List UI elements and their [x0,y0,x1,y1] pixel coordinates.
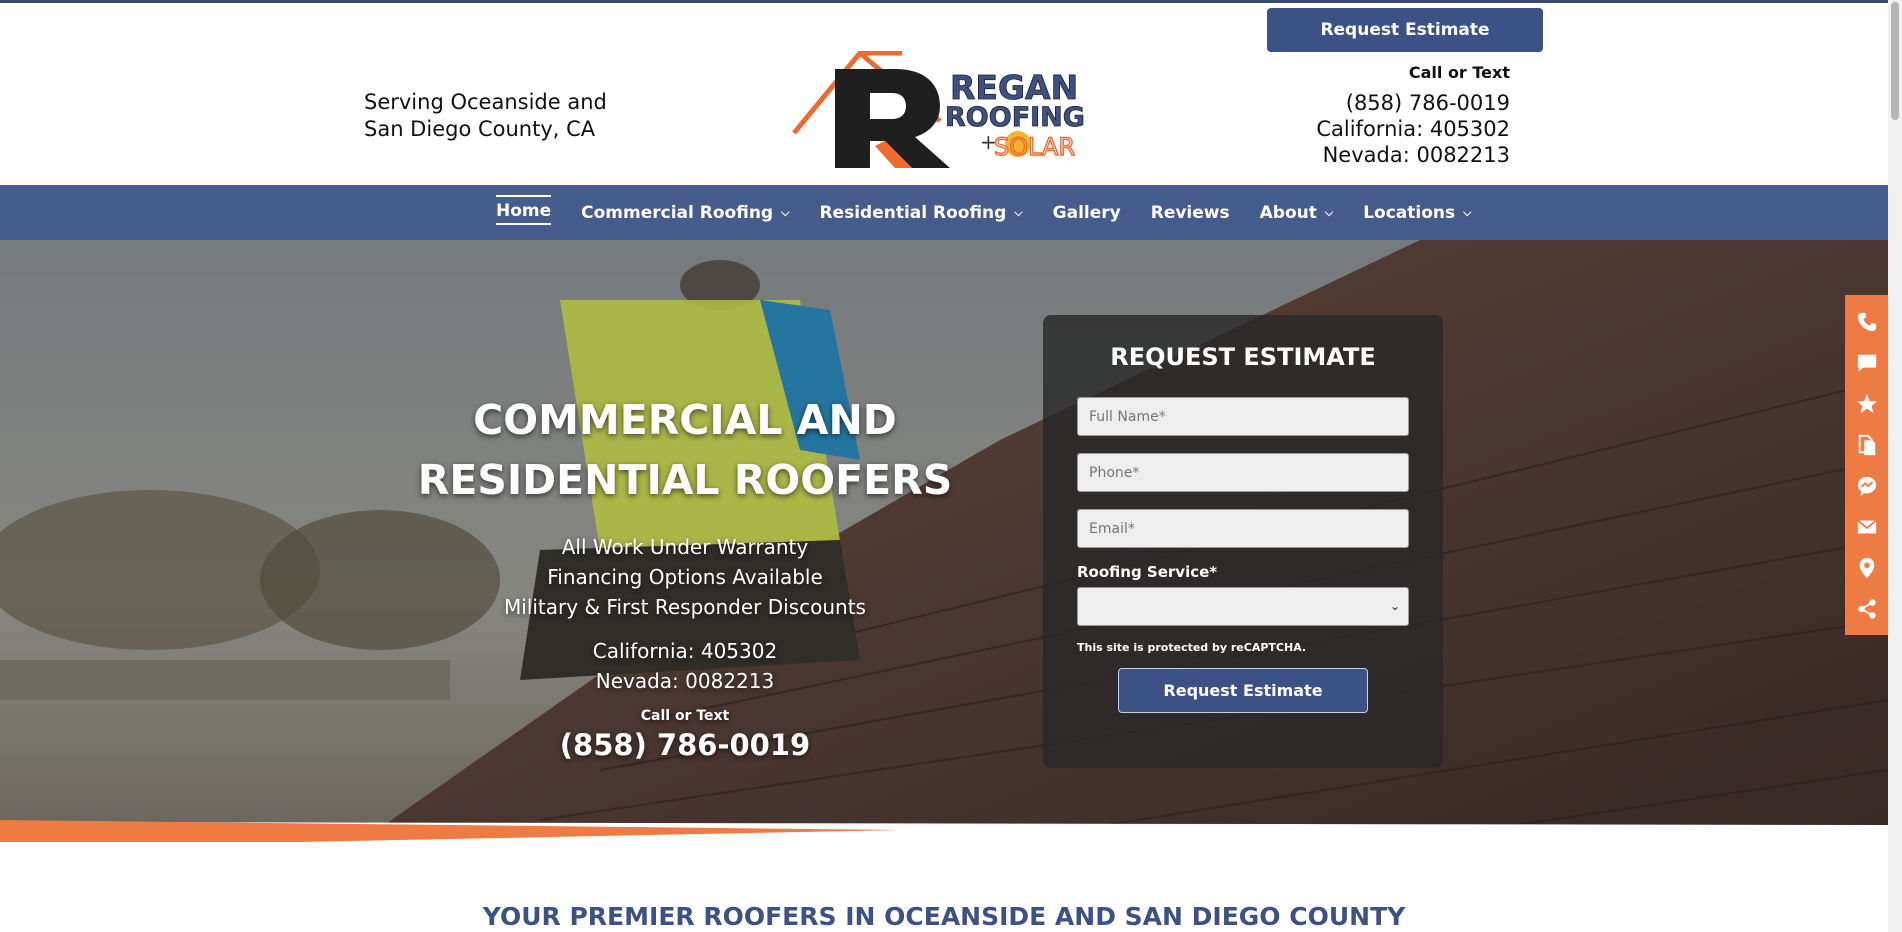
logo-word-solar: SOLAR [994,133,1075,161]
header-license-nv: Nevada: 0082213 [1322,143,1510,167]
hero-benefit-warranty: All Work Under Warranty [561,535,809,559]
hero-benefits: All Work Under Warranty Financing Option… [410,532,960,622]
hero-section: COMMERCIAL AND RESIDENTIAL ROOFERS All W… [0,240,1888,842]
form-title: REQUEST ESTIMATE [1110,343,1376,371]
nav-item-label: About [1259,202,1317,223]
page-scrollbar[interactable] [1888,0,1902,932]
header-request-estimate-button[interactable]: Request Estimate [1267,8,1543,52]
nav-item-label: Commercial Roofing [581,202,774,223]
hero-title-line-1: COMMERCIAL AND [473,396,897,444]
hero-call-label: Call or Text [640,708,730,724]
hero-title-line-2: RESIDENTIAL ROOFERS [417,456,953,504]
service-area-line-2: San Diego County, CA [364,117,596,141]
header-call-label: Call or Text [1408,63,1510,82]
nav-item-gallery[interactable]: Gallery [1053,185,1121,240]
hero-title: COMMERCIAL AND RESIDENTIAL ROOFERS [410,390,960,510]
phone-field[interactable] [1077,453,1409,492]
recaptcha-notice: This site is protected by reCAPTCHA. [1077,641,1307,654]
scrollbar-thumb[interactable] [1891,2,1899,120]
nav-item-label: Home [496,201,552,225]
logo-word-roofing: ROOFING [945,102,1085,133]
full-name-field[interactable] [1077,397,1409,436]
phone-icon[interactable] [1854,309,1880,335]
roofing-service-select[interactable]: ⌄ [1077,587,1409,626]
nav-item-locations[interactable]: Locations ⌵ [1363,185,1471,240]
roofing-service-label: Roofing Service* [1077,563,1218,581]
chevron-down-icon: ⌵ [781,205,790,219]
map-pin-icon[interactable] [1854,555,1880,581]
main-navigation: Home Commercial Roofing ⌵ Residential Ro… [0,185,1888,240]
header-phone-link[interactable]: (858) 786-0019 [1316,90,1510,116]
chevron-down-icon: ⌵ [1463,205,1472,219]
service-area-text: Serving Oceanside and San Diego County, … [364,89,607,143]
header-license-ca: California: 405302 [1316,117,1510,141]
hero-benefit-discounts: Military & First Responder Discounts [504,595,866,619]
chat-icon[interactable] [1854,350,1880,376]
nav-item-label: Gallery [1052,202,1121,223]
regan-roofing-solar-logo[interactable]: REGAN ROOFING + SOLAR [790,51,1100,169]
star-icon[interactable] [1854,391,1880,417]
hero-text-block: COMMERCIAL AND RESIDENTIAL ROOFERS All W… [410,390,960,762]
nav-item-residential-roofing[interactable]: Residential Roofing ⌵ [819,185,1022,240]
floating-contact-bar [1845,295,1888,635]
nav-item-reviews[interactable]: Reviews [1151,185,1230,240]
section-heading: YOUR PREMIER ROOFERS IN OCEANSIDE AND SA… [482,902,1406,931]
form-submit-button[interactable]: Request Estimate [1118,668,1368,713]
header-contact-block: Call or Text (858) 786-0019 California: … [1316,63,1510,168]
document-icon[interactable] [1854,432,1880,458]
service-area-line-1: Serving Oceanside and [364,90,607,114]
hero-phone-link[interactable]: (858) 786-0019 [410,728,960,762]
estimate-form: REQUEST ESTIMATE Roofing Service* ⌄ This… [1043,315,1443,768]
chevron-down-icon: ⌄ [1389,599,1400,613]
nav-item-home[interactable]: Home [496,185,552,240]
nav-item-label: Locations [1363,202,1456,223]
nav-item-label: Residential Roofing [819,202,1007,223]
chevron-down-icon: ⌵ [1324,205,1334,219]
email-field[interactable] [1077,509,1409,548]
nav-item-about[interactable]: About ⌵ [1260,185,1334,240]
email-icon[interactable] [1854,514,1880,540]
nav-item-commercial-roofing[interactable]: Commercial Roofing ⌵ [581,185,789,240]
hero-license-nv: Nevada: 0082213 [595,669,775,693]
chevron-down-icon: ⌵ [1014,205,1023,219]
hero-license-ca: California: 405302 [592,639,778,663]
hero-benefit-financing: Financing Options Available [547,565,823,589]
nav-item-label: Reviews [1150,202,1230,223]
site-header: Serving Oceanside and San Diego County, … [0,3,1888,185]
hero-licenses: California: 405302 Nevada: 0082213 [410,636,960,696]
share-icon[interactable] [1854,596,1880,622]
messenger-icon[interactable] [1854,473,1880,499]
